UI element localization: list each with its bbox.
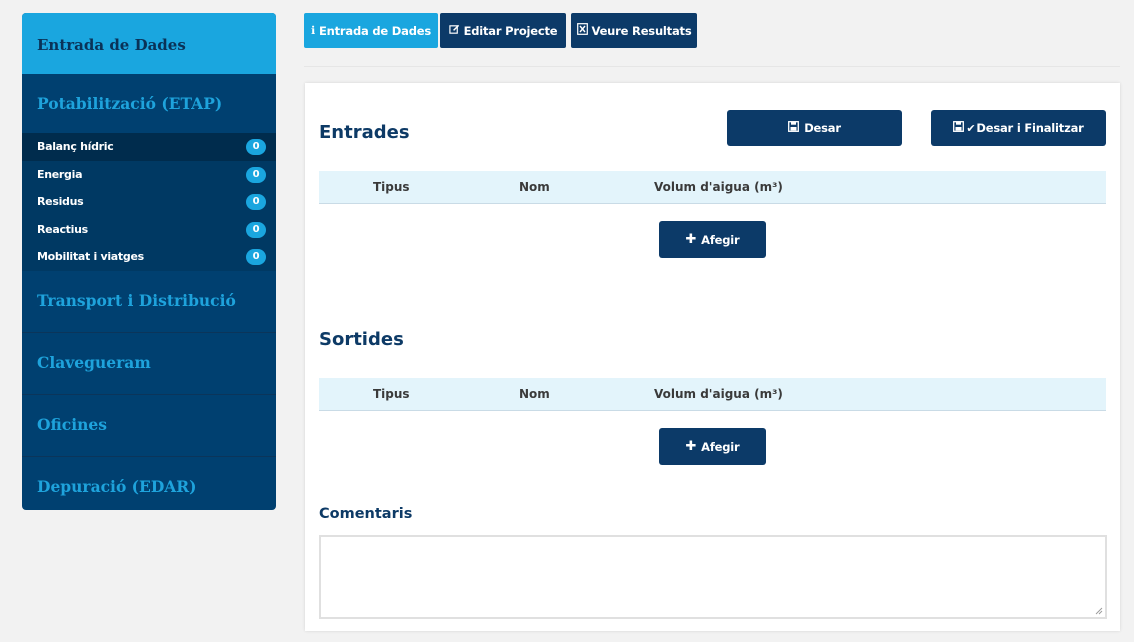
sidebar-item-balanc-hidric[interactable]: Balanç hídric 0 bbox=[22, 133, 276, 161]
save-button[interactable]: Desar bbox=[727, 110, 902, 146]
sidebar-item-label: Mobilitat i viatges bbox=[37, 250, 144, 263]
tab-label: Veure Resultats bbox=[591, 23, 692, 38]
add-entrada-button[interactable]: ✚ Afegir bbox=[659, 221, 766, 258]
sortides-table-header: Tipus Nom Volum d'aigua (m³) bbox=[319, 378, 1106, 411]
column-header: Tipus bbox=[373, 387, 410, 401]
column-header: Volum d'aigua (m³) bbox=[654, 180, 783, 194]
tab-label: Entrada de Dades bbox=[318, 23, 431, 38]
sidebar-item-reactius[interactable]: Reactius 0 bbox=[22, 216, 276, 244]
main-card: Entrades Desar ✔ Desar i Finalitzar Tipu… bbox=[305, 83, 1120, 631]
plus-icon: ✚ bbox=[685, 439, 697, 454]
tab-editar-projecte[interactable]: Editar Projecte bbox=[440, 13, 566, 48]
entrades-table-header: Tipus Nom Volum d'aigua (m³) bbox=[319, 171, 1106, 204]
sidebar-header[interactable]: Entrada de Dades bbox=[22, 13, 276, 74]
save-label: Desar bbox=[804, 121, 841, 135]
tab-veure-resultats[interactable]: Veure Resultats bbox=[571, 13, 697, 48]
excel-icon bbox=[576, 23, 588, 38]
comments-textarea[interactable] bbox=[319, 535, 1107, 619]
sidebar-item-energia[interactable]: Energia 0 bbox=[22, 161, 276, 189]
sidebar-section-etap[interactable]: Potabilització (ETAP) bbox=[22, 74, 276, 133]
sidebar-section-transport[interactable]: Transport i Distribució bbox=[22, 271, 276, 333]
sidebar-item-mobilitat[interactable]: Mobilitat i viatges 0 bbox=[22, 243, 276, 271]
column-header: Tipus bbox=[373, 180, 410, 194]
sidebar-item-label: Reactius bbox=[37, 222, 88, 236]
sidebar-section-depuracio[interactable]: Depuració (EDAR) bbox=[22, 457, 276, 511]
sidebar-item-label: Energia bbox=[37, 167, 83, 181]
sidebar-item-label: Residus bbox=[37, 195, 84, 208]
save-icon bbox=[953, 121, 965, 135]
sidebar-item-residus[interactable]: Residus 0 bbox=[22, 188, 276, 216]
save-finish-button[interactable]: ✔ Desar i Finalitzar bbox=[931, 110, 1106, 146]
column-header: Nom bbox=[519, 180, 550, 194]
tab-label: Editar Projecte bbox=[463, 23, 558, 38]
count-badge: 0 bbox=[246, 166, 266, 183]
tab-entrada-dades[interactable]: ℹ Entrada de Dades bbox=[304, 13, 438, 48]
save-icon bbox=[788, 121, 800, 135]
plus-icon: ✚ bbox=[685, 232, 697, 247]
sidebar-item-label: Balanç hídric bbox=[37, 140, 114, 153]
divider bbox=[304, 66, 1120, 67]
info-icon: ℹ bbox=[311, 24, 315, 37]
add-label: Afegir bbox=[701, 232, 740, 247]
check-icon: ✔ bbox=[966, 121, 976, 135]
count-badge: 0 bbox=[246, 249, 266, 265]
save-finish-label: Desar i Finalitzar bbox=[976, 121, 1084, 135]
sidebar-section-oficines[interactable]: Oficines bbox=[22, 395, 276, 457]
count-badge: 0 bbox=[246, 221, 266, 238]
sidebar: Entrada de Dades Potabilització (ETAP) B… bbox=[22, 13, 276, 510]
sidebar-section-clavegueram[interactable]: Clavegueram bbox=[22, 333, 276, 395]
column-header: Volum d'aigua (m³) bbox=[654, 387, 783, 401]
resize-grip-icon[interactable] bbox=[1095, 607, 1103, 615]
entrades-title: Entrades bbox=[319, 122, 410, 143]
add-sortida-button[interactable]: ✚ Afegir bbox=[659, 428, 766, 465]
comments-label: Comentaris bbox=[319, 506, 413, 522]
sortides-title: Sortides bbox=[319, 329, 404, 350]
column-header: Nom bbox=[519, 387, 550, 401]
count-badge: 0 bbox=[246, 139, 266, 155]
add-label: Afegir bbox=[701, 439, 740, 454]
sidebar-submenu: Balanç hídric 0 Energia 0 Residus 0 Reac… bbox=[22, 133, 276, 271]
count-badge: 0 bbox=[246, 194, 266, 210]
edit-icon bbox=[448, 24, 460, 38]
